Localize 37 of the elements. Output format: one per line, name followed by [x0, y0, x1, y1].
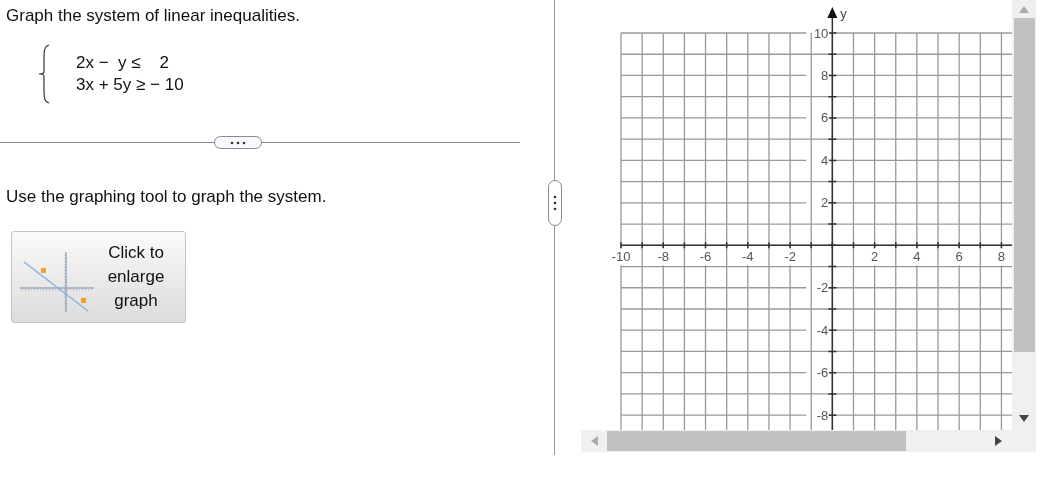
tick-label: -10: [611, 249, 631, 265]
ellipsis-icon: [228, 140, 248, 145]
enlarge-graph-button[interactable]: Click to enlarge graph: [11, 231, 186, 323]
tick-label: 6: [955, 249, 963, 265]
tick-label: 8: [821, 67, 829, 83]
tick-label: -6: [816, 365, 829, 381]
tick-label: -6: [699, 249, 712, 265]
tick-label: 8: [997, 249, 1006, 265]
tick-label: -8: [816, 407, 829, 423]
scroll-up-icon: [1019, 6, 1029, 13]
tick-label: 4: [913, 249, 921, 265]
scroll-right-icon: [995, 436, 1002, 446]
scroll-down-icon: [1019, 415, 1029, 422]
tick-label: -4: [742, 249, 754, 265]
horizontal-scrollbar[interactable]: [581, 430, 1012, 452]
brace-icon: [38, 44, 50, 104]
inequality: 3x + 5y ≥ − 10: [76, 75, 184, 95]
ellipsis-icon: [553, 193, 557, 213]
tick-label: -2: [784, 249, 796, 265]
tick-label: 2: [821, 195, 829, 211]
instruction: Use the graphing tool to graph the system.: [6, 187, 328, 207]
more-button[interactable]: [214, 136, 262, 149]
axis-label: y: [840, 6, 847, 21]
question-title: Graph the system of linear inequalities.: [6, 6, 301, 26]
tick-label: -8: [657, 249, 670, 265]
tick-label: 10: [813, 25, 829, 41]
tick-label: -4: [816, 322, 829, 338]
tick-label: 6: [821, 110, 829, 126]
scroll-thumb[interactable]: [1013, 18, 1035, 352]
scroll-thumb[interactable]: [607, 431, 906, 451]
tick-label: 2: [871, 249, 879, 265]
inequality: 2x − y ≤ 2: [76, 53, 170, 73]
tick-label: 4: [821, 152, 829, 168]
resize-handle[interactable]: [548, 180, 562, 226]
tick-label: -2: [816, 280, 829, 296]
scroll-left-icon: [591, 436, 598, 446]
vertical-scrollbar[interactable]: [1012, 0, 1036, 452]
